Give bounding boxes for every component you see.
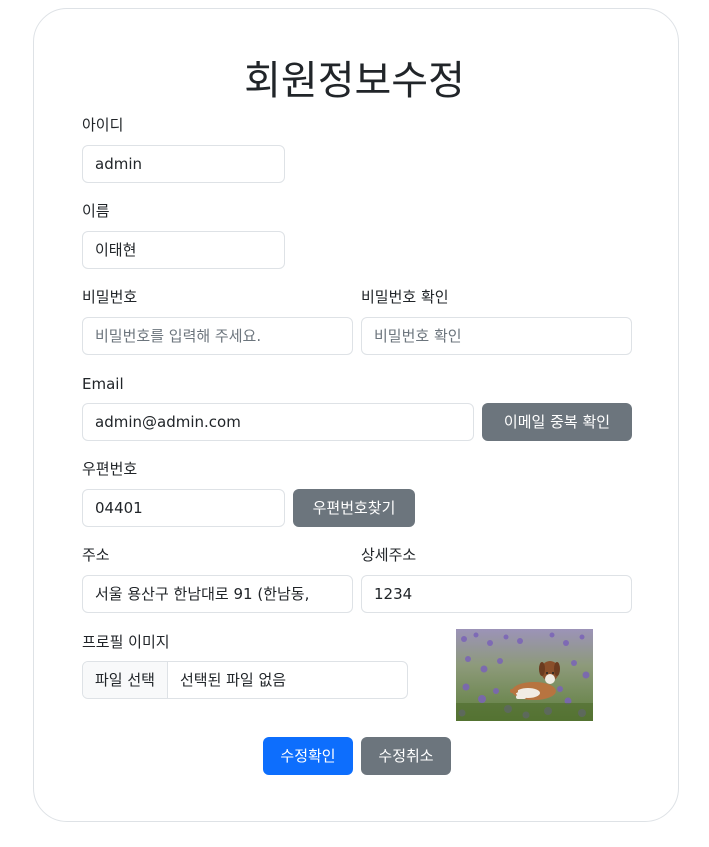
cancel-button[interactable]: 수정취소 [361,737,451,775]
id-label: 아이디 [82,116,124,134]
email-label: Email [82,375,124,393]
profile-label: 프로필 이미지 [82,633,170,651]
zipcode-search-button[interactable]: 우편번호찾기 [293,489,415,527]
page-title: 회원정보수정 [244,58,465,104]
password-confirm-input[interactable]: 비밀번호 확인 [361,317,632,355]
submit-button[interactable]: 수정확인 [263,737,353,775]
password-input[interactable]: 비밀번호를 입력해 주세요. [82,317,353,355]
address-input[interactable]: 서울 용산구 한남대로 91 (한남동, [82,575,353,613]
file-status: 선택된 파일 없음 [179,671,287,689]
email-input[interactable]: admin@admin.com [82,403,474,441]
name-label: 이름 [82,202,110,220]
password-label: 비밀번호 [82,288,138,306]
password-confirm-label: 비밀번호 확인 [361,288,449,306]
profile-image-preview [456,629,593,721]
profile-file-input[interactable]: 파일 선택 선택된 파일 없음 [82,661,408,699]
address-detail-label: 상세주소 [361,546,417,564]
email-check-button[interactable]: 이메일 중복 확인 [482,403,632,441]
file-select-button[interactable]: 파일 선택 [83,662,168,698]
zipcode-input[interactable]: 04401 [82,489,285,527]
address-label: 주소 [82,546,110,564]
address-detail-input[interactable]: 1234 [361,575,632,613]
id-input[interactable]: admin [82,145,285,183]
dog-in-flower-field-image [456,629,593,721]
name-input[interactable]: 이태현 [82,231,285,269]
zipcode-label: 우편번호 [82,460,138,478]
